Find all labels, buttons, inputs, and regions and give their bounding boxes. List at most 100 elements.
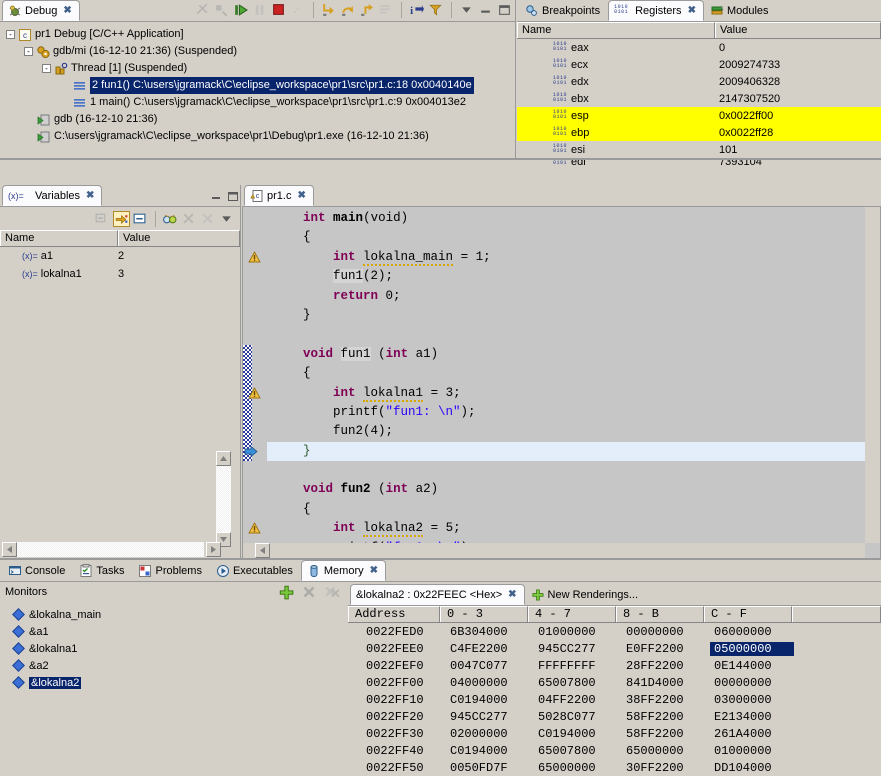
register-row[interactable]: 1010 0101 ebx 2147307520 bbox=[517, 90, 881, 107]
add-memory-monitor-icon[interactable] bbox=[278, 584, 295, 601]
editor-scroll-left-button[interactable] bbox=[255, 543, 270, 558]
editor-line[interactable]: fun1(2); bbox=[267, 267, 880, 286]
tab-memory[interactable]: Memory ✖ bbox=[300, 560, 387, 581]
memory-column-header[interactable]: C - F bbox=[704, 606, 792, 622]
editor-line[interactable]: } bbox=[267, 306, 880, 325]
memory-column-header[interactable]: 4 - 7 bbox=[528, 606, 616, 622]
register-row[interactable]: 1010 0101 ecx 2009274733 bbox=[517, 56, 881, 73]
debug-tree-row[interactable]: C:\users\jgramack\C\eclipse_workspace\pr… bbox=[6, 128, 515, 145]
memory-row[interactable]: 0022FF40 C0194000 65007800 65000000 01000000 bbox=[348, 742, 881, 759]
divider-horizontal-bottom[interactable] bbox=[0, 558, 881, 560]
memory-cell[interactable]: 00000000 bbox=[704, 676, 792, 690]
editor-line[interactable]: int lokalna2 = 5; bbox=[267, 519, 880, 538]
variables-scroll-up-button[interactable] bbox=[216, 451, 231, 466]
maximize-icon[interactable] bbox=[497, 2, 513, 18]
close-icon[interactable]: ✖ bbox=[688, 5, 696, 16]
editor-line[interactable]: void fun1 (int a1) bbox=[267, 345, 880, 364]
resume-icon[interactable] bbox=[233, 2, 249, 18]
memory-column-header[interactable] bbox=[792, 606, 881, 622]
monitor-list-item[interactable]: &a1 bbox=[0, 623, 347, 640]
memory-cell[interactable]: 5028C077 bbox=[528, 710, 616, 724]
column-header-name[interactable]: Name bbox=[517, 22, 715, 38]
editor-line[interactable]: { bbox=[267, 228, 880, 247]
close-icon[interactable]: ✖ bbox=[86, 190, 94, 201]
debug-tree-row[interactable]: 1 main() C:\users\jgramack\C\eclipse_wor… bbox=[6, 94, 515, 111]
instruction-stepping-icon[interactable]: i bbox=[409, 2, 425, 18]
terminate-icon[interactable] bbox=[271, 2, 287, 18]
memory-cell[interactable]: 261A4000 bbox=[704, 727, 792, 741]
memory-cell[interactable]: 6B304000 bbox=[440, 625, 528, 639]
register-row[interactable]: 1010 0101 eax 0 bbox=[517, 39, 881, 56]
variable-row[interactable]: (x)= lokalna1 3 bbox=[0, 265, 240, 283]
memory-cell[interactable]: 65000000 bbox=[616, 744, 704, 758]
editor-line[interactable] bbox=[267, 325, 880, 344]
show-type-names-icon[interactable] bbox=[113, 210, 130, 227]
column-header-value[interactable]: Value bbox=[715, 22, 881, 38]
tab-variables[interactable]: (x)= Variables ✖ bbox=[2, 185, 103, 206]
column-header-value[interactable]: Value bbox=[118, 230, 240, 246]
memory-cell[interactable]: 30FF2200 bbox=[616, 761, 704, 775]
memory-cell[interactable]: 06000000 bbox=[704, 625, 792, 639]
debug-tree-row[interactable]: - gdb/mi (16-12-10 21:36) (Suspended) bbox=[6, 43, 515, 60]
memory-cell[interactable]: 0050FD7F bbox=[440, 761, 528, 775]
editor-horizontal-scrollbar[interactable] bbox=[243, 543, 865, 558]
editor-vertical-scrollbar[interactable] bbox=[865, 207, 880, 543]
step-over-icon[interactable] bbox=[340, 2, 356, 18]
editor-line[interactable]: fun2(4); bbox=[267, 422, 880, 441]
memory-cell[interactable]: C0194000 bbox=[528, 727, 616, 741]
debug-tree-row[interactable]: - c pr1 Debug [C/C++ Application] bbox=[6, 26, 515, 43]
register-row[interactable]: 1010 0101 ebp 0x0022ff28 bbox=[517, 124, 881, 141]
memory-row[interactable]: 0022FF00 04000000 65007800 841D4000 00000000 bbox=[348, 674, 881, 691]
memory-column-header[interactable]: 8 - B bbox=[616, 606, 704, 622]
tree-expander-icon[interactable]: - bbox=[6, 30, 15, 39]
memory-row[interactable]: 0022FF20 945CC277 5028C077 58FF2200 E2134000 bbox=[348, 708, 881, 725]
debug-tree-row[interactable]: - Thread [1] (Suspended) bbox=[6, 60, 515, 77]
tab-tasks[interactable]: Tasks bbox=[73, 560, 132, 581]
debug-tree-row[interactable]: gdb (16-12-10 21:36) bbox=[6, 111, 515, 128]
monitor-list-item[interactable]: &a2 bbox=[0, 657, 347, 674]
debug-tree-row[interactable]: 2 fun1() C:\users\jgramack\C\eclipse_wor… bbox=[6, 77, 515, 94]
show-logical-structure-icon[interactable] bbox=[132, 211, 149, 227]
warning-marker-icon[interactable] bbox=[248, 522, 261, 535]
variables-vertical-scrollbar-track[interactable] bbox=[216, 466, 231, 532]
register-row[interactable]: 1010 0101 esp 0x0022ff00 bbox=[517, 107, 881, 124]
editor-line[interactable]: int lokalna1 = 3; bbox=[267, 384, 880, 403]
tab-registers[interactable]: 1010 0101 Registers ✖ bbox=[608, 0, 704, 21]
tab-modules[interactable]: Modules bbox=[704, 0, 777, 21]
memory-row[interactable]: 0022FF10 C0194000 04FF2200 38FF2200 03000000 bbox=[348, 691, 881, 708]
memory-cell[interactable]: 01000000 bbox=[528, 625, 616, 639]
variables-scroll-left-button[interactable] bbox=[2, 542, 17, 557]
memory-cell[interactable]: C0194000 bbox=[440, 744, 528, 758]
memory-row[interactable]: 0022FF50 0050FD7F 65000000 30FF2200 DD104000 bbox=[348, 759, 881, 776]
memory-row[interactable]: 0022FED0 6B304000 01000000 00000000 06000000 bbox=[348, 623, 881, 640]
memory-row[interactable]: 0022FF30 02000000 C0194000 58FF2200 261A4000 bbox=[348, 725, 881, 742]
tab-pr1-c[interactable]: c pr1.c ✖ bbox=[244, 185, 314, 206]
memory-cell[interactable]: 65007800 bbox=[528, 676, 616, 690]
tab-console[interactable]: Console bbox=[2, 560, 73, 581]
memory-cell[interactable]: 38FF2200 bbox=[616, 693, 704, 707]
tree-expander-icon[interactable]: - bbox=[24, 47, 33, 56]
memory-cell[interactable]: 0047C077 bbox=[440, 659, 528, 673]
memory-row[interactable]: 0022FEF0 0047C077 FFFFFFFF 28FF2200 0E144000 bbox=[348, 657, 881, 674]
memory-cell[interactable]: 02000000 bbox=[440, 727, 528, 741]
memory-cell[interactable]: 00000000 bbox=[616, 625, 704, 639]
divider-horizontal-top[interactable] bbox=[0, 158, 881, 160]
editor-gutter[interactable] bbox=[243, 207, 267, 558]
tab-executables[interactable]: Executables bbox=[210, 560, 301, 581]
memory-cell[interactable]: E0FF2200 bbox=[616, 642, 704, 656]
memory-cell[interactable]: C0194000 bbox=[440, 693, 528, 707]
close-icon[interactable]: ✖ bbox=[508, 589, 516, 600]
warning-marker-icon[interactable] bbox=[248, 386, 261, 400]
memory-cell[interactable]: 03000000 bbox=[704, 693, 792, 707]
memory-column-header[interactable]: Address bbox=[348, 606, 440, 622]
memory-cell[interactable]: 28FF2200 bbox=[616, 659, 704, 673]
close-icon[interactable]: ✖ bbox=[63, 5, 71, 16]
register-row[interactable]: 1010 0101 edx 2009406328 bbox=[517, 73, 881, 90]
variables-scroll-right-button[interactable] bbox=[206, 542, 221, 557]
step-return-icon[interactable] bbox=[359, 2, 375, 18]
register-row[interactable]: 1010 0101 esi 101 bbox=[517, 141, 881, 158]
tab-problems[interactable]: Problems bbox=[132, 560, 209, 581]
variable-row[interactable]: (x)= a1 2 bbox=[0, 247, 240, 265]
minimize-icon[interactable] bbox=[209, 189, 223, 203]
editor-line[interactable]: int main(void) bbox=[267, 209, 880, 228]
